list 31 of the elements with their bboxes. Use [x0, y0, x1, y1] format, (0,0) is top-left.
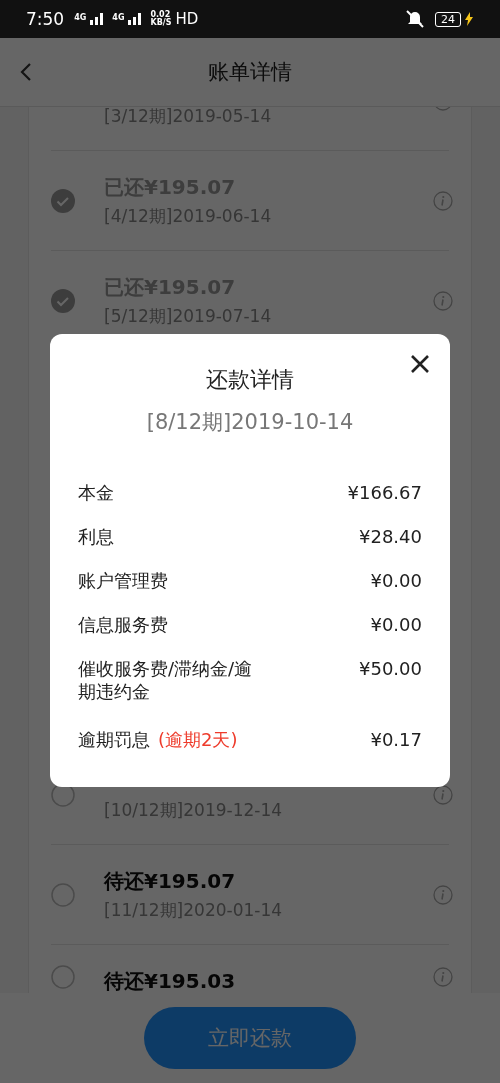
fee-label: 账户管理费	[78, 569, 168, 592]
signal-icon	[90, 13, 105, 25]
fee-amount: ¥0.00	[370, 613, 422, 636]
battery-level: 24	[435, 11, 461, 27]
pay-now-button[interactable]: 立即还款	[144, 1007, 356, 1069]
fee-label: 利息	[78, 525, 114, 548]
fee-amount: ¥0.17	[370, 728, 422, 751]
info-icon[interactable]	[433, 784, 453, 805]
network-type: 4G	[112, 13, 125, 22]
close-icon[interactable]	[410, 354, 430, 374]
clock-time: 7:50	[26, 9, 65, 29]
amount-status: 待还¥195.03	[104, 968, 237, 994]
dialog-period: [8/12期]2019-10-14	[145, 409, 355, 436]
fee-amount: ¥28.40	[359, 525, 422, 548]
fee-amount: ¥0.00	[370, 569, 422, 592]
network-type: 4G	[74, 13, 87, 22]
signal-icon	[128, 13, 143, 25]
page-title: 账单详情	[208, 59, 292, 86]
amount-status: 待还¥195.07	[104, 868, 237, 894]
overdue-note: (逾期2天)	[158, 728, 238, 751]
muted-bell-icon	[405, 10, 425, 28]
dialog-title: 还款详情	[205, 366, 295, 394]
speed-unit: KB/S	[150, 19, 172, 27]
fee-label: 本金	[78, 481, 114, 504]
hd-label: HD	[175, 10, 199, 28]
speed-value: 0.02	[150, 11, 172, 19]
fee-label: 信息服务费	[78, 613, 168, 636]
fee-label: 逾期罚息	[78, 728, 150, 751]
fee-amount: ¥166.67	[347, 481, 422, 504]
fee-label: 催收服务费/滞纳金/逾期违约金	[78, 657, 254, 703]
fee-amount: ¥50.00	[359, 657, 422, 680]
